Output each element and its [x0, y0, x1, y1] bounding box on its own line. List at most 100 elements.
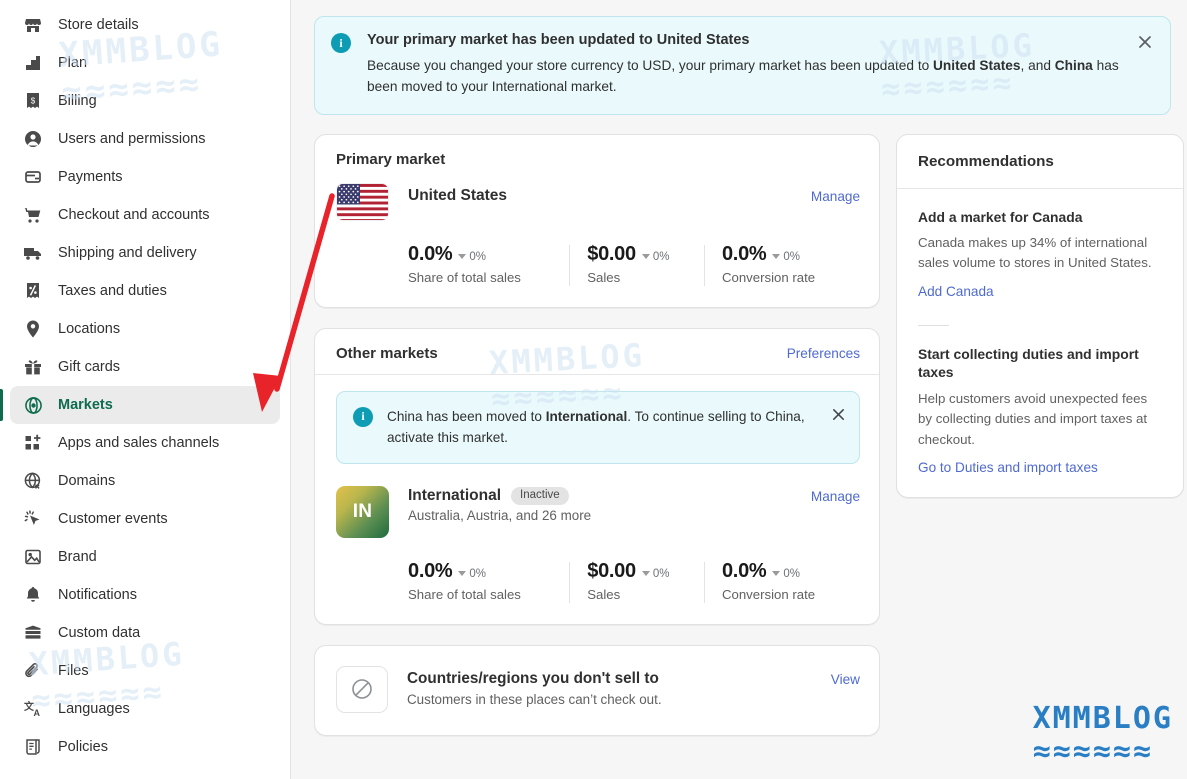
sidebar-item-checkout-and-accounts[interactable]: Checkout and accounts: [10, 196, 280, 234]
metric-label: Sales: [587, 269, 621, 285]
recommendation-text: Canada makes up 34% of international sal…: [918, 235, 1152, 271]
international-manage: Manage: [811, 485, 860, 506]
banner-text-bold-china: China: [1054, 57, 1093, 73]
china-notice-text: China has been moved to International. T…: [387, 406, 845, 448]
sidebar-item-label: Customer events: [58, 511, 168, 527]
countries-you-dont-sell-to-card[interactable]: Countries/regions you don't sell to Cust…: [314, 644, 880, 736]
sidebar-item-shipping-and-delivery[interactable]: Shipping and delivery: [10, 234, 280, 272]
primary-market-metrics: 0.0% 0% Share of total sales $0.00 0% Sa…: [336, 242, 860, 286]
primary-market-header: Primary market: [315, 135, 879, 180]
other-markets-header: Other markets Preferences: [315, 329, 879, 374]
manage-link[interactable]: Manage: [811, 189, 860, 204]
nosell-title: Countries/regions you don't sell to: [407, 669, 659, 687]
sidebar-item-payments[interactable]: Payments: [10, 158, 280, 196]
banner-body: Your primary market has been updated to …: [367, 31, 1154, 98]
svg-text:$: $: [31, 97, 36, 106]
metric-delta: 0%: [641, 251, 670, 263]
recommendations-header: Recommendations: [897, 135, 1183, 189]
sidebar-item-policies[interactable]: Policies: [10, 728, 280, 766]
prohibited-icon: [336, 665, 388, 713]
sidebar-item-store-details[interactable]: Store details: [10, 6, 280, 44]
sidebar-item-locations[interactable]: Locations: [10, 310, 280, 348]
primary-market-body: United States Manage 0.0% 0% Share of to…: [315, 180, 879, 307]
sidebar-item-billing[interactable]: $ Billing: [10, 82, 280, 120]
add-canada-link[interactable]: Add Canada: [918, 284, 994, 299]
international-market-body: IN International Inactive Australia, Aus…: [315, 466, 879, 624]
sidebar-item-markets[interactable]: Markets: [0, 386, 280, 424]
metric-share-of-total-sales: 0.0% 0% Share of total sales: [408, 560, 569, 602]
avatar: IN: [336, 485, 389, 538]
china-notice-wrap: i China has been moved to International.…: [315, 375, 879, 466]
sidebar-item-custom-data[interactable]: Custom data: [10, 614, 280, 652]
bell-icon: [22, 584, 44, 606]
metric-delta-value: 0%: [652, 568, 670, 581]
sidebar-item-label: Brand: [58, 549, 97, 565]
go-to-duties-link[interactable]: Go to Duties and import taxes: [918, 460, 1098, 475]
us-flag-icon: [336, 182, 389, 221]
sidebar-item-apps-and-sales-channels[interactable]: Apps and sales channels: [10, 424, 280, 462]
banner-text-bold-united-states: United States: [933, 57, 1021, 73]
image-icon: [22, 546, 44, 568]
sidebar-item-plan[interactable]: Plan: [10, 44, 280, 82]
sidebar-item-taxes-and-duties[interactable]: Taxes and duties: [10, 272, 280, 310]
sidebar-item-label: Billing: [58, 93, 97, 109]
sidebar-item-label: Locations: [58, 321, 121, 337]
main-content: i Your primary market has been updated t…: [291, 0, 1187, 779]
metric-sales: $0.00 0% Sales: [569, 243, 704, 286]
sidebar-item-label: Domains: [58, 473, 116, 489]
caret-down-icon: [458, 253, 467, 259]
sidebar-item-customer-events[interactable]: Customer events: [10, 500, 280, 538]
sidebar-item-label: Files: [58, 663, 89, 679]
caret-down-icon: [641, 570, 650, 576]
translate-icon: 文A: [22, 698, 44, 720]
cursor-click-icon: [22, 508, 44, 530]
preferences-link[interactable]: Preferences: [787, 346, 860, 361]
metric-label: Conversion rate: [721, 269, 816, 285]
metric-value-row: $0.00 0%: [587, 560, 686, 583]
primary-market-updated-banner: i Your primary market has been updated t…: [314, 16, 1171, 115]
sidebar-item-domains[interactable]: Domains: [10, 462, 280, 500]
close-icon[interactable]: [827, 404, 849, 426]
page-title: Primary market: [336, 150, 446, 168]
sidebar-item-label: Store details: [58, 17, 139, 33]
recommendations-title: Recommendations: [918, 152, 1054, 170]
metric-delta-value: 0%: [652, 251, 670, 263]
sidebar-item-label: Markets: [58, 397, 113, 413]
sidebar-item-users-and-permissions[interactable]: Users and permissions: [10, 120, 280, 158]
recommendation-title: Add a market for Canada: [918, 208, 1083, 225]
metric-value-row: 0.0% 0%: [408, 560, 551, 583]
sidebar-item-label: Apps and sales channels: [58, 435, 220, 451]
metric-delta-value: 0%: [783, 568, 800, 581]
apps-plus-icon: [22, 432, 44, 454]
metric-value: 0.0%: [721, 559, 767, 582]
manage-link[interactable]: Manage: [811, 489, 860, 504]
international-market-info: International Inactive Australia, Austri…: [408, 485, 811, 523]
globe-target-icon: [22, 394, 44, 416]
sidebar-item-brand[interactable]: Brand: [10, 538, 280, 576]
primary-market-card: Primary market United States Manage 0.0%…: [314, 133, 880, 308]
sidebar-item-label: Taxes and duties: [58, 283, 167, 299]
sidebar-item-notifications[interactable]: Notifications: [10, 576, 280, 614]
sidebar-item-label: Checkout and accounts: [58, 207, 210, 223]
metric-label: Conversion rate: [721, 586, 816, 602]
recommendation-duties-import-taxes: Start collecting duties and import taxes…: [897, 326, 1183, 483]
metric-delta: 0%: [772, 568, 800, 580]
svg-text:A: A: [34, 708, 41, 718]
metric-value: 0.0%: [408, 242, 453, 265]
other-markets-card: Other markets Preferences i China has be…: [314, 327, 880, 625]
gift-icon: [22, 356, 44, 378]
sidebar-item-files[interactable]: Files: [10, 652, 280, 690]
sidebar-item-label: Gift cards: [58, 359, 121, 375]
metric-delta-value: 0%: [469, 568, 487, 581]
metric-delta: 0%: [641, 568, 670, 581]
metric-delta-value: 0%: [783, 251, 800, 263]
sidebar-item-gift-cards[interactable]: Gift cards: [10, 348, 280, 386]
market-name: United States: [408, 186, 508, 204]
metric-value: 0.0%: [721, 242, 767, 265]
sidebar-item-languages[interactable]: 文A Languages: [10, 690, 280, 728]
scroll-icon: [22, 736, 44, 758]
nosell-body: Countries/regions you don't sell to Cust…: [407, 666, 831, 707]
close-icon[interactable]: [1132, 29, 1158, 55]
view-link[interactable]: View: [831, 672, 860, 687]
